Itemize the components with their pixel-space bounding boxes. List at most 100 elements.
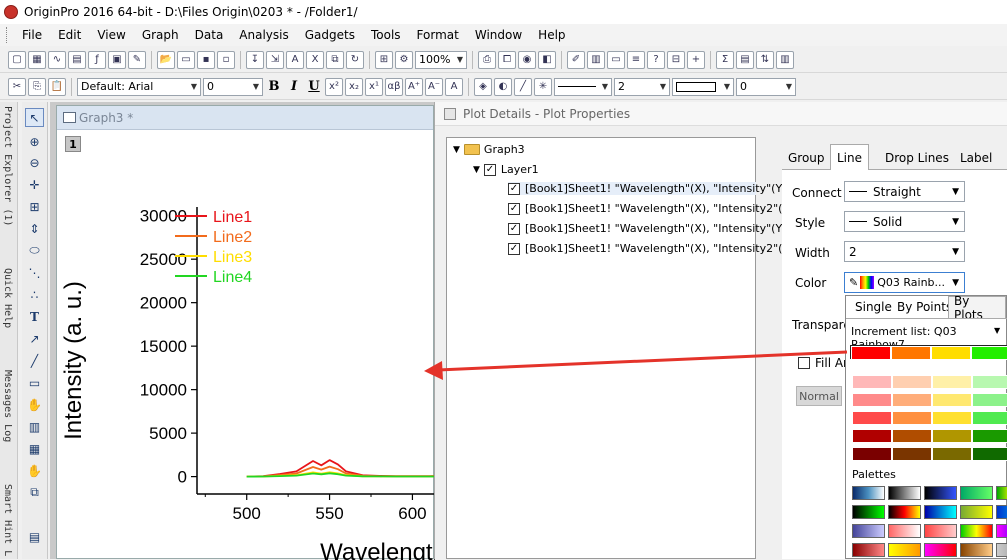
tree-node-layer[interactable]: ▼ ✓ Layer1: [473, 163, 539, 176]
quick-help-tab[interactable]: Quick Help: [2, 268, 13, 328]
menu-format[interactable]: Format: [409, 24, 467, 46]
results-log-icon[interactable]: ▥: [587, 50, 605, 69]
shade-swatch[interactable]: [892, 429, 932, 443]
arrow-tool-icon[interactable]: ↗: [25, 329, 44, 348]
normal-button[interactable]: Normal: [796, 386, 842, 406]
menu-file[interactable]: File: [14, 24, 50, 46]
rectangle-tool-icon[interactable]: ▭: [25, 373, 44, 392]
palette-swatch[interactable]: [996, 543, 1007, 557]
increase-font-icon[interactable]: A⁺: [405, 77, 423, 96]
project-explorer-tab[interactable]: Project Explorer (1): [2, 106, 13, 226]
palette-swatch[interactable]: [996, 524, 1007, 538]
copy-page-icon[interactable]: ⧠: [498, 50, 516, 69]
palette-swatch[interactable]: [924, 524, 957, 538]
save-template-icon[interactable]: ▫: [217, 50, 235, 69]
font-size-combo[interactable]: 0 ▼: [203, 77, 263, 96]
plot-checkbox[interactable]: ✓: [508, 222, 520, 235]
graph-window[interactable]: Graph3 * 1 0 5000 10000 15000 20000 25000 3000…: [56, 105, 435, 560]
pattern-icon[interactable]: ◐: [494, 77, 512, 96]
expand-icon[interactable]: ▼: [473, 165, 480, 175]
data-selector-icon[interactable]: ⇕: [25, 219, 44, 238]
fill-color-icon[interactable]: ◈: [474, 77, 492, 96]
dialog-title-bar[interactable]: Plot Details - Plot Properties: [435, 102, 1007, 126]
print-icon[interactable]: ⎙: [478, 50, 496, 69]
line-width-combo[interactable]: 2 ▼: [614, 77, 670, 96]
palette-swatch[interactable]: [852, 524, 885, 538]
shade-swatch[interactable]: [972, 375, 1007, 389]
code-builder-icon[interactable]: ✐: [567, 50, 585, 69]
command-window-icon[interactable]: ▭: [607, 50, 625, 69]
import-ascii-icon[interactable]: A: [286, 50, 304, 69]
layer-tool-icon[interactable]: ⧉: [25, 483, 44, 502]
zoom-in-icon[interactable]: ⊕: [25, 132, 44, 151]
new-graph-icon[interactable]: ∿: [48, 50, 66, 69]
connect-select[interactable]: Straight ▼: [844, 181, 965, 202]
tree-node-graph[interactable]: ▼ Graph3: [453, 143, 525, 156]
palette-swatch[interactable]: [852, 486, 885, 500]
shade-swatch[interactable]: [852, 447, 892, 461]
menu-edit[interactable]: Edit: [50, 24, 89, 46]
menu-window[interactable]: Window: [467, 24, 530, 46]
tab-line[interactable]: Line: [830, 144, 870, 170]
plot-checkbox[interactable]: ✓: [508, 182, 520, 195]
palette-swatch[interactable]: [960, 543, 993, 557]
shade-swatch[interactable]: [892, 393, 932, 407]
subscript-icon[interactable]: x₂: [345, 77, 363, 96]
bold-button[interactable]: B: [265, 79, 283, 94]
open-icon[interactable]: 📂: [157, 50, 175, 69]
shade-swatch[interactable]: [852, 411, 892, 425]
shade-row[interactable]: [852, 447, 1007, 461]
sort-icon[interactable]: ⇅: [756, 50, 774, 69]
shade-row[interactable]: [852, 375, 1007, 389]
increment-color-swatch[interactable]: [971, 346, 1007, 360]
text-editor-icon[interactable]: ▤: [736, 50, 754, 69]
paste-icon[interactable]: 📋: [48, 77, 66, 96]
insert-table-icon[interactable]: ▦: [25, 439, 44, 458]
run-icon[interactable]: ⚙: [395, 50, 413, 69]
draw-data-icon[interactable]: ∴: [25, 285, 44, 304]
palette-swatch[interactable]: [852, 505, 885, 519]
tree-plot-item[interactable]: ✓ [Book1]Sheet1! "Wavelength"(X), "Inten…: [508, 202, 793, 215]
series-line[interactable]: [246, 251, 435, 478]
shade-swatch[interactable]: [932, 429, 972, 443]
line-style-combo[interactable]: ▼: [554, 77, 612, 96]
tab-by-plots[interactable]: By Plots: [948, 294, 1006, 322]
symbol-icon[interactable]: ✳: [534, 77, 552, 96]
width-select[interactable]: 2 ▼: [844, 241, 965, 262]
color-select[interactable]: ✎ Q03 Rainb... ▼: [844, 272, 965, 293]
increment-color-swatch[interactable]: [891, 346, 931, 360]
script-window-icon[interactable]: ≡: [627, 50, 645, 69]
smart-hint-tab[interactable]: Smart Hint L: [2, 484, 13, 556]
graph-window-title-bar[interactable]: Graph3 *: [57, 106, 433, 130]
tab-group[interactable]: Group: [782, 147, 831, 169]
shade-swatch[interactable]: [932, 447, 972, 461]
tree-plot-item[interactable]: ✓ [Book1]Sheet1! "Wavelength"(X), "Inten…: [508, 222, 786, 235]
refresh-icon[interactable]: ◉: [518, 50, 536, 69]
font-combo[interactable]: Default: Arial ▼: [77, 77, 201, 96]
palette-swatch[interactable]: [888, 505, 921, 519]
increment-color-swatch[interactable]: [931, 346, 971, 360]
border-combo[interactable]: ▼: [672, 77, 734, 96]
menu-graph[interactable]: Graph: [134, 24, 187, 46]
palette-swatch[interactable]: [852, 543, 885, 557]
shade-row[interactable]: [852, 393, 1007, 407]
tree-plot-item[interactable]: ✓ [Book1]Sheet1! "Wavelength"(X), "Inten…: [508, 182, 786, 195]
zoom-out-icon[interactable]: ⊖: [25, 153, 44, 172]
screen-reader-icon[interactable]: ✛: [25, 175, 44, 194]
batch-icon[interactable]: ⊞: [375, 50, 393, 69]
copy-icon[interactable]: ⎘: [28, 77, 46, 96]
font-color-icon[interactable]: A: [445, 77, 463, 96]
supersubscript-icon[interactable]: x¹: [365, 77, 383, 96]
increment-color-swatch[interactable]: [851, 346, 891, 360]
new-matrix-icon[interactable]: ▤: [68, 50, 86, 69]
import-icon[interactable]: ↧: [246, 50, 264, 69]
shade-swatch[interactable]: [892, 447, 932, 461]
palette-swatch[interactable]: [996, 486, 1007, 500]
greek-icon[interactable]: αβ: [385, 77, 403, 96]
hand-tool-icon[interactable]: ✋: [25, 395, 44, 414]
recalculate-icon[interactable]: ↻: [346, 50, 364, 69]
menu-analysis[interactable]: Analysis: [231, 24, 296, 46]
messages-log-tab[interactable]: Messages Log: [2, 370, 13, 442]
layer-checkbox[interactable]: ✓: [483, 163, 496, 176]
palette-swatch[interactable]: [924, 505, 957, 519]
